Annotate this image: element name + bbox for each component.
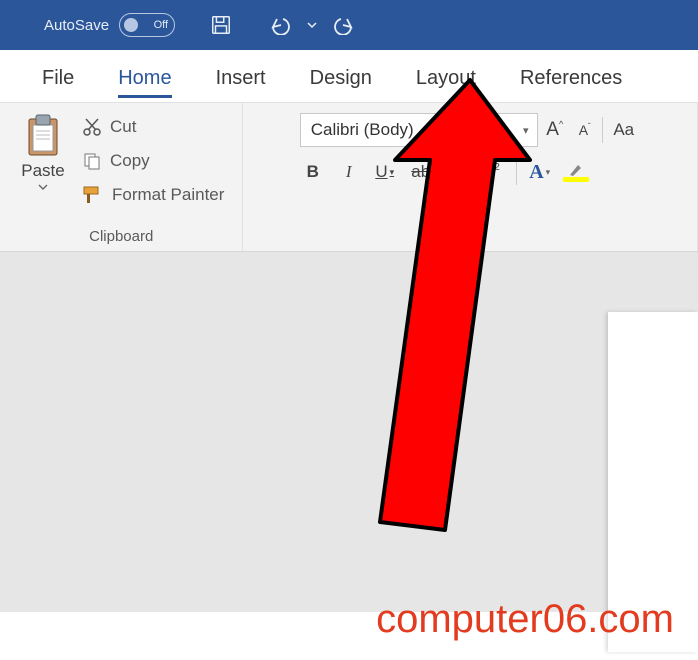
highlight-button[interactable] (563, 157, 589, 187)
text-effects-button[interactable]: A▾ (527, 157, 553, 187)
watermark-text: computer06.com (376, 597, 674, 642)
tab-home[interactable]: Home (96, 55, 193, 102)
group-font: Calibri (Body) ▾ 11 ▾ A^ Aˇ Aa B I (243, 103, 698, 251)
change-case-button[interactable]: Aa (607, 115, 641, 145)
tab-file[interactable]: File (20, 55, 96, 102)
save-icon[interactable] (207, 11, 235, 39)
ribbon-tabs: File Home Insert Design Layout Reference… (0, 50, 698, 102)
paste-button[interactable]: Paste (14, 113, 72, 209)
underline-button[interactable]: U▾ (372, 157, 398, 187)
autosave-label: AutoSave (10, 17, 109, 34)
chevron-down-icon: ▾ (459, 124, 481, 137)
paste-label: Paste (21, 161, 64, 181)
tab-layout[interactable]: Layout (394, 55, 498, 102)
chevron-down-icon: ▾ (515, 124, 537, 137)
format-painter-label: Format Painter (112, 185, 224, 205)
group-clipboard: Paste Cut (0, 103, 243, 251)
italic-button[interactable]: I (336, 157, 362, 187)
copy-label: Copy (110, 151, 150, 171)
cut-label: Cut (110, 117, 136, 137)
format-painter-button[interactable]: Format Painter (78, 181, 228, 209)
copy-button[interactable]: Copy (78, 147, 228, 175)
font-size-value: 11 (481, 114, 515, 146)
undo-icon[interactable] (267, 11, 295, 39)
redo-icon[interactable] (329, 11, 357, 39)
strikethrough-button[interactable]: ab (408, 157, 434, 187)
highlight-icon (563, 162, 589, 182)
subscript-button[interactable]: x2 (444, 157, 470, 187)
tab-references[interactable]: References (498, 55, 644, 102)
font-name-value: Calibri (Body) (301, 120, 459, 140)
ribbon: Paste Cut (0, 102, 698, 252)
clipboard-icon (24, 113, 62, 159)
tab-insert[interactable]: Insert (194, 55, 288, 102)
paintbrush-icon (82, 185, 104, 205)
font-group-label: Font (455, 228, 485, 245)
chevron-down-icon (38, 183, 48, 191)
undo-dropdown-icon[interactable] (305, 11, 319, 39)
title-bar: AutoSave Off (0, 0, 698, 50)
clipboard-group-label: Clipboard (89, 228, 153, 245)
scissors-icon (82, 117, 102, 137)
tab-design[interactable]: Design (288, 55, 394, 102)
grow-font-button[interactable]: A^ (542, 115, 568, 145)
font-name-combo[interactable]: Calibri (Body) ▾ 11 ▾ (300, 113, 538, 147)
superscript-button[interactable]: x2 (480, 157, 506, 187)
shrink-font-button[interactable]: Aˇ (572, 115, 598, 145)
document-area (0, 252, 698, 612)
autosave-toggle[interactable]: Off (119, 13, 175, 37)
copy-icon (82, 151, 102, 171)
bold-button[interactable]: B (300, 157, 326, 187)
autosave-state: Off (154, 19, 168, 31)
cut-button[interactable]: Cut (78, 113, 228, 141)
